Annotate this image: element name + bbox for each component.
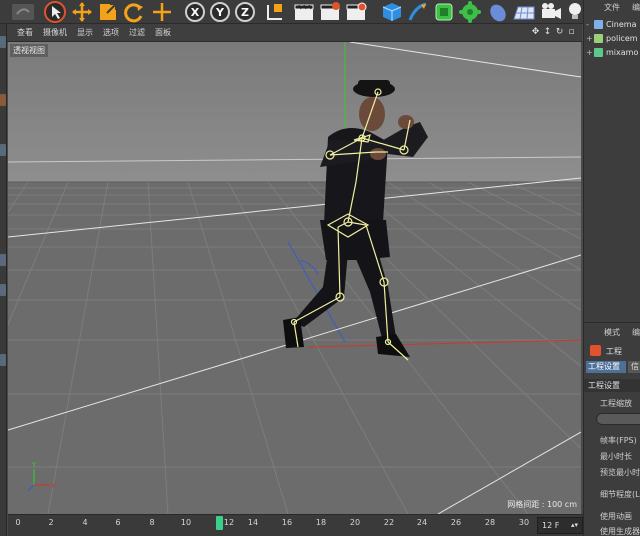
setting-label: 最小时长 <box>600 452 632 461</box>
timeline-tick: 24 <box>416 518 428 527</box>
current-frame-marker[interactable] <box>216 516 223 530</box>
grid-spacing-label: 网格间距 : 100 cm <box>507 500 577 509</box>
menu-panel[interactable]: 面板 <box>155 27 171 38</box>
project-scale-input[interactable] <box>596 413 640 425</box>
menu-display[interactable]: 显示 <box>77 27 93 38</box>
menu-view[interactable]: 查看 <box>17 27 33 38</box>
setting-label: 细节程度(L <box>600 490 640 499</box>
z-axis-icon[interactable]: Z <box>234 1 256 23</box>
section-header: 工程设置 <box>584 379 640 392</box>
svg-text:Y: Y <box>31 461 37 469</box>
setting-label: 帧率(FPS) <box>600 436 637 445</box>
timeline-tick: 6 <box>115 518 121 527</box>
timeline-tick: 12 <box>223 518 235 527</box>
object-manager: 文件 编 - Cinema + policem + mixamo <box>583 0 640 322</box>
timeline-tick: 26 <box>450 518 462 527</box>
rotate-icon[interactable] <box>122 1 146 23</box>
tool-icon[interactable] <box>0 144 6 156</box>
tab-project-settings[interactable]: 工程设置 <box>586 361 626 373</box>
project-icon <box>590 345 601 356</box>
render-view-icon[interactable] <box>292 1 316 23</box>
viewport-label[interactable]: 透视视图 <box>10 44 48 57</box>
menu-mode[interactable]: 模式 <box>604 327 620 338</box>
left-tool-strip <box>0 24 7 536</box>
object-row[interactable]: - Cinema <box>586 18 637 30</box>
object-icon <box>594 47 603 57</box>
scale-icon[interactable] <box>96 1 120 23</box>
cube-icon[interactable] <box>380 1 404 23</box>
render-settings-icon[interactable] <box>344 1 368 23</box>
timeline-tick: 30 <box>518 518 530 527</box>
x-axis-icon[interactable]: X <box>184 1 206 23</box>
timeline-tick: 16 <box>281 518 293 527</box>
timeline-tick: 10 <box>180 518 192 527</box>
timeline-tick: 28 <box>484 518 496 527</box>
menu-filter[interactable]: 过滤 <box>129 27 145 38</box>
timeline-tick: 22 <box>383 518 395 527</box>
end-frame-value: 12 F <box>542 521 560 530</box>
expand-icon[interactable]: + <box>586 34 594 43</box>
grid-floor-icon[interactable] <box>511 1 537 23</box>
viewport-scene: Y X <box>8 42 581 514</box>
svg-text:X: X <box>51 482 56 490</box>
timeline-tick: 4 <box>82 518 88 527</box>
attributes-title: 工程 <box>606 347 622 356</box>
y-axis-icon[interactable]: Y <box>209 1 231 23</box>
pan-view-icon[interactable]: ✥ <box>531 27 540 38</box>
timeline-tick: 18 <box>315 518 327 527</box>
expand-icon[interactable]: + <box>586 48 594 57</box>
pen-icon[interactable] <box>406 1 430 23</box>
object-row[interactable]: + mixamo <box>586 46 638 58</box>
floor-icon[interactable] <box>486 1 510 23</box>
object-icon <box>594 33 603 43</box>
menu-camera[interactable]: 摄像机 <box>43 27 67 38</box>
camera-icon[interactable] <box>539 1 563 23</box>
tool-icon[interactable] <box>0 354 6 366</box>
deformer-icon[interactable] <box>458 1 482 23</box>
viewport-menu-bar: 查看 摄像机 显示 选项 过滤 面板 ✥ ↕ ↻ ▫ <box>7 24 582 42</box>
timeline-tick: 8 <box>149 518 155 527</box>
render-picture-icon[interactable] <box>318 1 342 23</box>
timeline-tick: 14 <box>247 518 259 527</box>
timeline[interactable]: 0 2 4 6 8 10 12 14 16 18 20 22 24 26 28 … <box>8 514 583 536</box>
attribute-manager: 模式 编 工程 工程设置 信 工程设置 工程缩放 帧率(FPS) 最小时长 预览… <box>583 322 640 536</box>
axis-lock-icon[interactable] <box>150 1 174 23</box>
object-name: mixamo <box>606 47 639 57</box>
undo-icon[interactable] <box>10 1 36 23</box>
object-row[interactable]: + policem <box>586 32 638 44</box>
menu-edit[interactable]: 编 <box>632 327 640 338</box>
tool-icon[interactable] <box>0 254 6 266</box>
move-icon[interactable] <box>70 1 94 23</box>
maximize-view-icon[interactable]: ▫ <box>567 27 576 38</box>
setting-label: 预览最小时 <box>600 468 640 477</box>
object-icon <box>594 19 603 29</box>
menu-file[interactable]: 文件 <box>604 2 620 13</box>
select-arrow-icon[interactable] <box>42 1 68 23</box>
object-name: policem <box>606 33 638 43</box>
main-toolbar: X Y Z <box>0 0 640 24</box>
dolly-view-icon[interactable]: ↕ <box>543 27 552 38</box>
floor-plane <box>8 182 581 514</box>
tool-icon[interactable] <box>0 36 6 48</box>
tool-icon[interactable] <box>0 94 6 106</box>
expand-icon[interactable]: - <box>586 20 594 29</box>
object-name: Cinema <box>606 19 637 29</box>
setting-label: 使用动画 <box>600 512 632 521</box>
timeline-tick: 20 <box>349 518 361 527</box>
light-icon[interactable] <box>566 1 584 23</box>
timeline-tick: 0 <box>15 518 21 527</box>
subdivision-icon[interactable] <box>432 1 456 23</box>
orbit-view-icon[interactable]: ↻ <box>555 27 564 38</box>
end-frame-field[interactable]: 12 F ▴▾ <box>537 517 583 534</box>
setting-label: 工程缩放 <box>600 399 632 408</box>
setting-label: 使用生成器 <box>600 527 640 536</box>
tool-icon[interactable] <box>0 284 6 296</box>
menu-edit[interactable]: 编 <box>632 2 640 13</box>
menu-options[interactable]: 选项 <box>103 27 119 38</box>
timeline-tick: 2 <box>48 518 54 527</box>
coordinate-icon[interactable] <box>262 1 286 23</box>
perspective-viewport[interactable]: Y X 透视视图 网格间距 : 100 cm <box>8 42 581 514</box>
tab-info[interactable]: 信 <box>628 361 640 373</box>
stepper-arrows-icon[interactable]: ▴▾ <box>571 518 578 533</box>
